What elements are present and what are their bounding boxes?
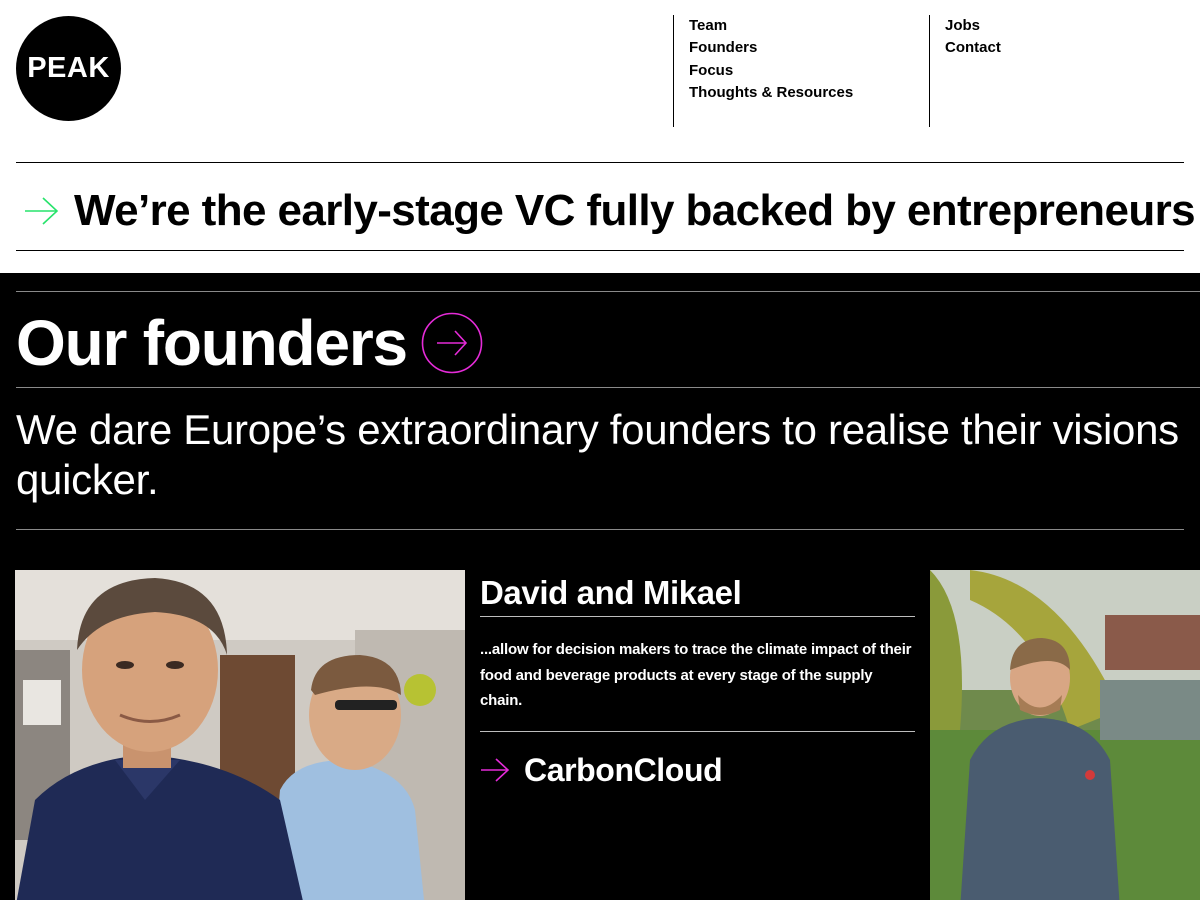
nav-link-thoughts-resources[interactable]: Thoughts & Resources [689,82,929,104]
arrow-right-icon [25,197,59,225]
nav-link-contact[interactable]: Contact [945,37,1200,59]
founder-description: ...allow for decision makers to trace th… [480,641,912,709]
nav-link-focus[interactable]: Focus [689,60,929,82]
tagline-text: We’re the early-stage VC fully backed by… [74,186,1196,235]
founder-photo-next[interactable] [930,570,1200,900]
founder-photo-david-mikael[interactable] [15,570,465,900]
founders-section: Our founders We dare Europe’s extraordin… [0,273,1200,900]
divider [16,387,1200,388]
section-title: Our founders [16,307,408,379]
company-link-carboncloud[interactable]: CarbonCloud [480,752,915,789]
divider [16,250,1184,251]
peak-logo[interactable]: PEAK [16,16,121,121]
tagline-banner: We’re the early-stage VC fully backed by… [24,178,1200,244]
founder-photo-illustration [930,570,1200,900]
arrow-right-icon [481,758,510,782]
founder-card[interactable]: David and Mikael ...allow for decision m… [480,570,915,789]
founder-names: David and Mikael [480,574,742,611]
nav-column-secondary: Jobs Contact [929,15,1200,127]
divider [480,730,915,732]
founders-intro: We dare Europe’s extraordinary founders … [16,406,1179,503]
founders-photo-illustration [15,570,465,900]
circle-arrow-right-icon[interactable] [421,312,483,374]
nav-link-jobs[interactable]: Jobs [945,15,1200,37]
divider [16,529,1184,530]
nav-link-founders[interactable]: Founders [689,37,929,59]
company-name: CarbonCloud [524,751,723,788]
nav-link-team[interactable]: Team [689,15,929,37]
nav-column-primary: Team Founders Focus Thoughts & Resources [673,15,929,127]
founders-heading[interactable]: Our founders [16,301,483,385]
divider [16,162,1184,163]
divider [16,291,1200,292]
